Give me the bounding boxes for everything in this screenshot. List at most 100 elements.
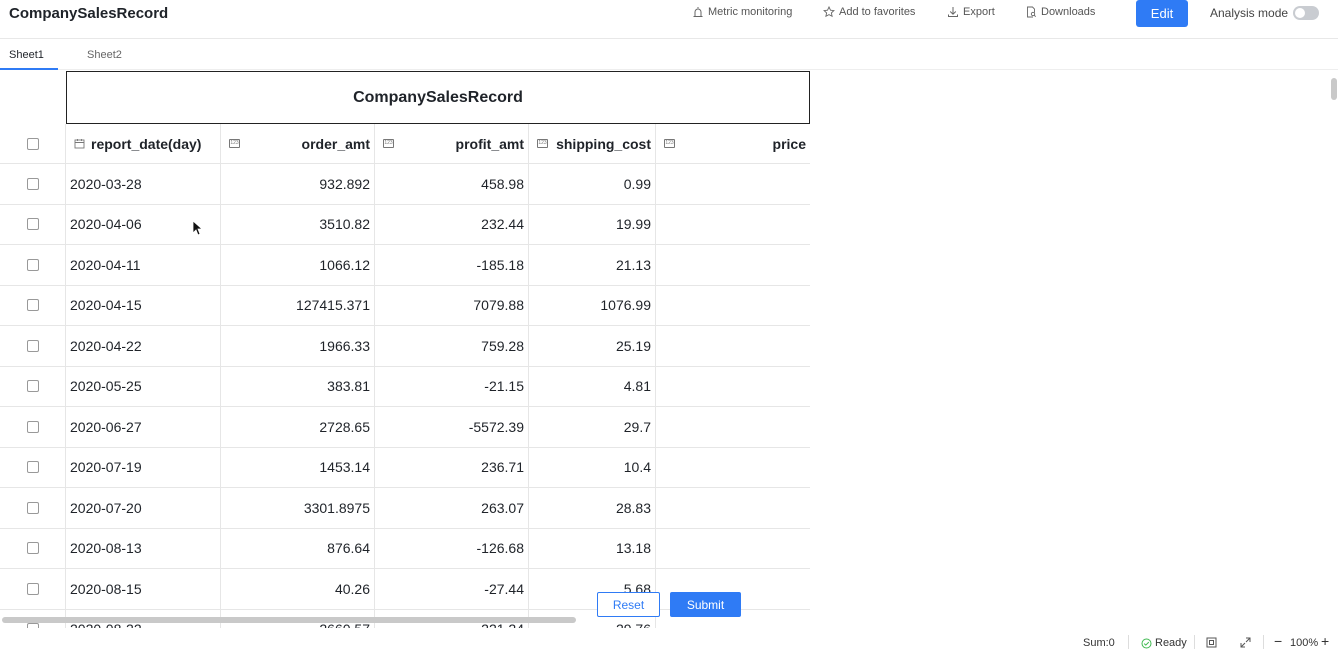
table-row[interactable]: 2020-08-13 876.64 -126.68 13.18 [0, 528, 810, 569]
select-all-checkbox[interactable] [26, 137, 39, 150]
table-cell[interactable]: 2020-04-11 [66, 245, 221, 285]
table-cell[interactable]: 383.81 [221, 366, 375, 406]
table-row[interactable]: 2020-04-06 3510.82 232.44 19.99 [0, 204, 810, 245]
table-row[interactable]: 2020-07-20 3301.8975 263.07 28.83 [0, 488, 810, 529]
table-cell[interactable]: 29.7 [529, 407, 656, 447]
column-header-price[interactable]: 123 price [656, 124, 810, 163]
table-cell[interactable]: 2020-05-25 [66, 366, 221, 406]
table-cell[interactable] [656, 326, 810, 366]
edit-button[interactable]: Edit [1136, 0, 1188, 27]
table-cell[interactable]: -126.68 [375, 528, 529, 568]
table-cell[interactable] [656, 407, 810, 447]
table-cell[interactable]: 1453.14 [221, 447, 375, 487]
table-cell[interactable]: 28.83 [529, 488, 656, 528]
table-cell[interactable]: 2020-08-15 [66, 569, 221, 609]
fit-screen-icon[interactable] [1206, 637, 1217, 648]
table-cell[interactable]: 2020-03-28 [66, 164, 221, 204]
table-cell[interactable]: 2020-04-22 [66, 326, 221, 366]
tab-sheet2[interactable]: Sheet2 [87, 49, 122, 61]
row-checkbox[interactable] [26, 339, 39, 352]
table-cell[interactable] [656, 448, 810, 488]
column-header-label: price [772, 135, 806, 152]
table-row[interactable]: 2020-04-15 127415.371 7079.88 1076.99 [0, 285, 810, 326]
row-checkbox[interactable] [26, 299, 39, 312]
table-cell[interactable] [656, 367, 810, 407]
table-row[interactable]: 2020-04-11 1066.12 -185.18 21.13 [0, 245, 810, 286]
table-row[interactable]: 2020-06-27 2728.65 -5572.39 29.7 [0, 407, 810, 448]
metric-monitoring-button[interactable]: Metric monitoring [692, 6, 792, 18]
table-row[interactable]: 2020-07-19 1453.14 236.71 10.4 [0, 447, 810, 488]
table-cell[interactable]: 7079.88 [375, 285, 529, 325]
export-button[interactable]: Export [947, 6, 995, 18]
row-checkbox[interactable] [26, 582, 39, 595]
column-header-profit-amt[interactable]: 123 profit_amt [375, 124, 529, 163]
table-cell[interactable]: 127415.371 [221, 285, 375, 325]
reset-button[interactable]: Reset [597, 592, 660, 617]
table-cell[interactable]: 0.99 [529, 164, 656, 204]
zoom-out-button[interactable]: − [1274, 633, 1282, 649]
table-row[interactable]: 2020-05-25 383.81 -21.15 4.81 [0, 366, 810, 407]
table-row[interactable]: 2020-04-22 1966.33 759.28 25.19 [0, 326, 810, 367]
row-checkbox[interactable] [26, 380, 39, 393]
table-cell[interactable]: -185.18 [375, 245, 529, 285]
table-cell[interactable]: 759.28 [375, 326, 529, 366]
table-cell[interactable]: 21.13 [529, 245, 656, 285]
tab-sheet1[interactable]: Sheet1 [9, 49, 44, 61]
table-cell[interactable] [656, 286, 810, 326]
table-cell[interactable]: 1966.33 [221, 326, 375, 366]
table-cell[interactable]: 4.81 [529, 366, 656, 406]
table-cell[interactable]: 2020-06-27 [66, 407, 221, 447]
download-icon [948, 7, 958, 17]
table-cell[interactable] [656, 488, 810, 528]
table-cell[interactable]: -27.44 [375, 569, 529, 609]
table-cell[interactable] [656, 529, 810, 569]
table-cell[interactable]: 236.71 [375, 447, 529, 487]
row-checkbox[interactable] [26, 461, 39, 474]
table-cell[interactable]: -5572.39 [375, 407, 529, 447]
row-checkbox[interactable] [26, 420, 39, 433]
row-checkbox[interactable] [26, 542, 39, 555]
horizontal-scrollbar[interactable] [2, 617, 576, 623]
table-cell[interactable]: 25.19 [529, 326, 656, 366]
analysis-mode-toggle[interactable] [1293, 6, 1319, 20]
table-cell[interactable]: 1076.99 [529, 285, 656, 325]
table-cell[interactable]: 2020-07-20 [66, 488, 221, 528]
table-cell[interactable]: 10.4 [529, 447, 656, 487]
downloads-button[interactable]: Downloads [1025, 6, 1095, 18]
table-cell[interactable]: 932.892 [221, 164, 375, 204]
table-cell[interactable]: 1066.12 [221, 245, 375, 285]
table-cell[interactable]: 2020-04-15 [66, 285, 221, 325]
ready-label: Ready [1155, 637, 1187, 649]
row-select-cell [0, 488, 66, 528]
row-checkbox[interactable] [26, 623, 39, 628]
table-cell[interactable]: 3510.82 [221, 204, 375, 244]
vertical-scrollbar[interactable] [1331, 78, 1337, 100]
submit-button[interactable]: Submit [670, 592, 741, 617]
table-cell[interactable]: 2020-08-13 [66, 528, 221, 568]
table-cell[interactable]: 876.64 [221, 528, 375, 568]
table-cell[interactable]: 458.98 [375, 164, 529, 204]
table-cell[interactable]: 263.07 [375, 488, 529, 528]
table-cell[interactable]: 19.99 [529, 204, 656, 244]
row-checkbox[interactable] [26, 177, 39, 190]
table-cell[interactable]: 232.44 [375, 204, 529, 244]
row-checkbox[interactable] [26, 258, 39, 271]
table-cell[interactable]: 2728.65 [221, 407, 375, 447]
table-cell[interactable]: 3301.8975 [221, 488, 375, 528]
row-checkbox[interactable] [26, 501, 39, 514]
column-header-shipping-cost[interactable]: 123 shipping_cost [529, 124, 656, 163]
table-cell[interactable]: 13.18 [529, 528, 656, 568]
table-cell[interactable] [656, 164, 810, 204]
zoom-in-button[interactable]: + [1321, 633, 1329, 649]
table-cell[interactable]: 2020-07-19 [66, 447, 221, 487]
table-cell[interactable] [656, 245, 810, 285]
table-cell[interactable]: -21.15 [375, 366, 529, 406]
table-row[interactable]: 2020-03-28 932.892 458.98 0.99 [0, 164, 810, 205]
add-to-favorites-button[interactable]: Add to favorites [823, 6, 915, 18]
table-cell[interactable]: 40.26 [221, 569, 375, 609]
table-cell[interactable] [656, 205, 810, 245]
row-checkbox[interactable] [26, 218, 39, 231]
column-header-report-date[interactable]: report_date(day) [66, 124, 221, 163]
fullscreen-icon[interactable] [1240, 637, 1251, 648]
column-header-order-amt[interactable]: 123 order_amt [221, 124, 375, 163]
